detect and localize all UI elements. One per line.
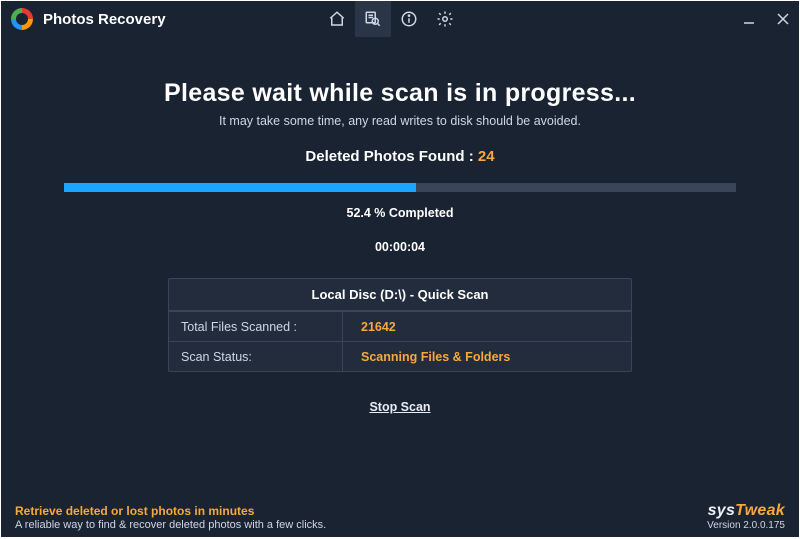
footer-right: sysTweak Version 2.0.0.175 — [707, 502, 785, 531]
titlebar-nav — [319, 1, 463, 37]
table-row: Total Files Scanned : 21642 — [169, 311, 631, 341]
deleted-found-count: 24 — [478, 148, 495, 165]
window-controls — [739, 1, 793, 37]
footer: Retrieve deleted or lost photos in minut… — [1, 489, 799, 537]
main-content: Please wait while scan is in progress...… — [1, 37, 799, 537]
brand-part-b: Tweak — [735, 502, 785, 519]
scan-subhead: It may take some time, any read writes t… — [219, 114, 581, 128]
deleted-found-label: Deleted Photos Found : — [305, 148, 478, 165]
scan-details-panel: Local Disc (D:\) - Quick Scan Total File… — [168, 278, 632, 372]
stop-scan-link[interactable]: Stop Scan — [369, 400, 430, 414]
brand-part-a: sys — [708, 502, 736, 519]
app-logo-icon — [11, 8, 33, 30]
total-files-label: Total Files Scanned : — [169, 312, 343, 341]
brand-logo: sysTweak — [707, 502, 785, 520]
deleted-found-row: Deleted Photos Found : 24 — [305, 148, 494, 165]
scan-search-icon[interactable] — [355, 1, 391, 37]
table-row: Scan Status: Scanning Files & Folders — [169, 341, 631, 371]
version-label: Version 2.0.0.175 — [707, 520, 785, 531]
scan-details-title: Local Disc (D:\) - Quick Scan — [169, 279, 631, 311]
scan-status-value: Scanning Files & Folders — [343, 350, 510, 364]
scan-headline: Please wait while scan is in progress... — [164, 79, 636, 108]
app-window: Photos Recovery Please wai — [1, 1, 799, 537]
gear-icon[interactable] — [427, 1, 463, 37]
app-title: Photos Recovery — [43, 11, 166, 28]
elapsed-time: 00:00:04 — [375, 240, 425, 254]
footer-description: A reliable way to find & recover deleted… — [15, 519, 326, 531]
progress-fill — [64, 183, 416, 192]
home-icon[interactable] — [319, 1, 355, 37]
percent-completed: 52.4 % Completed — [347, 206, 454, 220]
progress-track — [64, 183, 736, 192]
info-icon[interactable] — [391, 1, 427, 37]
footer-tagline: Retrieve deleted or lost photos in minut… — [15, 504, 326, 518]
progress-bar — [64, 183, 736, 192]
titlebar: Photos Recovery — [1, 1, 799, 37]
total-files-value: 21642 — [343, 320, 396, 334]
footer-left: Retrieve deleted or lost photos in minut… — [15, 504, 326, 531]
minimize-icon[interactable] — [739, 9, 759, 29]
close-icon[interactable] — [773, 9, 793, 29]
scan-status-label: Scan Status: — [169, 342, 343, 371]
